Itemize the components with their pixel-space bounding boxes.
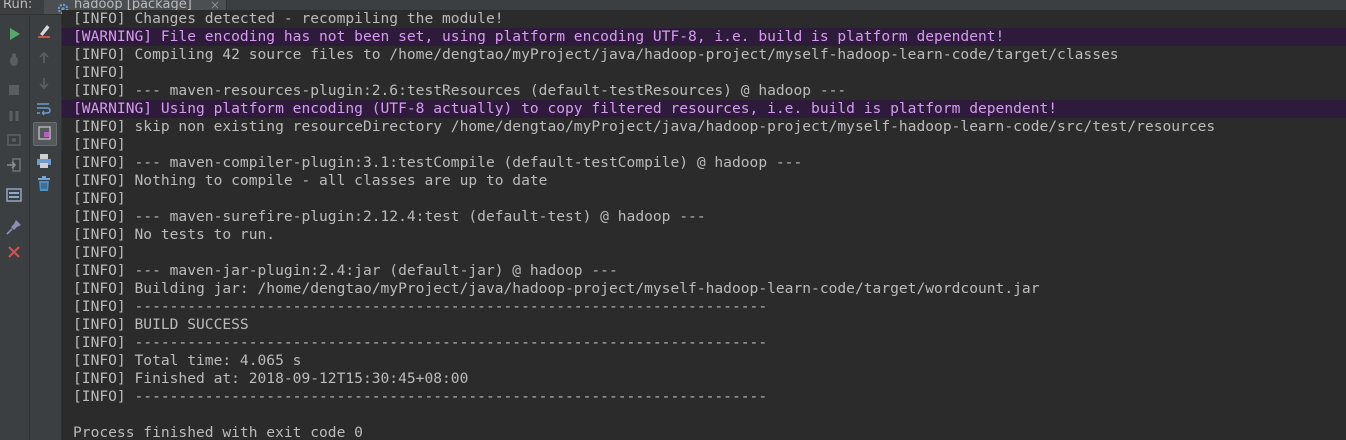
edit-config-icon[interactable] bbox=[35, 22, 53, 40]
console-info-line: [INFO] skip non existing resourceDirecto… bbox=[73, 118, 1216, 135]
console-info-line: [INFO] --- maven-jar-plugin:2.4:jar (def… bbox=[73, 262, 618, 279]
console-info-line: [INFO] Finished at: 2018-09-12T15:30:45+… bbox=[73, 370, 469, 387]
dump-threads-icon[interactable] bbox=[5, 131, 23, 149]
clear-all-icon[interactable] bbox=[35, 175, 53, 193]
console-info-line: [INFO] --- maven-surefire-plugin:2.12.4:… bbox=[73, 208, 706, 225]
console-info-line: [INFO] bbox=[73, 244, 126, 261]
console-info-line: [INFO] --- maven-resources-plugin:2.6:te… bbox=[73, 82, 847, 99]
console-output[interactable]: [INFO] Changes detected - recompiling th… bbox=[62, 10, 1346, 440]
exit-icon[interactable] bbox=[5, 156, 23, 174]
scroll-to-end-icon[interactable] bbox=[33, 122, 57, 146]
process-exit-line: Process finished with exit code 0 bbox=[73, 424, 363, 440]
console-info-line: [INFO] Total time: 4.065 s bbox=[73, 352, 302, 369]
console-info-line: [INFO] ---------------------------------… bbox=[73, 298, 768, 315]
soft-wrap-icon[interactable] bbox=[35, 99, 53, 117]
run-toolbar bbox=[0, 15, 62, 440]
console-info-line: [INFO] Nothing to compile - all classes … bbox=[73, 172, 548, 189]
rerun-icon[interactable] bbox=[5, 25, 23, 43]
pin-icon[interactable] bbox=[5, 218, 23, 236]
up-arrow-icon[interactable] bbox=[35, 49, 53, 67]
console-info-line: [INFO] Compiling 42 source files to /hom… bbox=[73, 46, 1119, 63]
print-icon[interactable] bbox=[35, 152, 53, 170]
stop-icon[interactable] bbox=[5, 81, 23, 99]
run-label: Run: bbox=[3, 0, 33, 12]
console-info-line: [INFO] Building jar: /home/dengtao/myPro… bbox=[73, 280, 1040, 297]
debug-icon[interactable] bbox=[5, 51, 23, 69]
console-info-line: [INFO] bbox=[73, 136, 126, 153]
console-info-line: [INFO] No tests to run. bbox=[73, 226, 276, 243]
console-info-line: [INFO] bbox=[73, 190, 126, 207]
console-warning-line: [WARNING] File encoding has not been set… bbox=[62, 28, 1346, 46]
console-info-line: [INFO] --- maven-compiler-plugin:3.1:tes… bbox=[73, 154, 803, 171]
console-info-line: [INFO] ---------------------------------… bbox=[73, 388, 768, 405]
pause-icon[interactable] bbox=[5, 107, 23, 125]
layout-icon[interactable] bbox=[5, 186, 23, 204]
console-info-line: [INFO] Changes detected - recompiling th… bbox=[73, 10, 504, 27]
toolbar-divider bbox=[29, 15, 30, 440]
console-warning-line: [WARNING] Using platform encoding (UTF-8… bbox=[62, 100, 1346, 118]
console-info-line: [INFO] BUILD SUCCESS bbox=[73, 316, 249, 333]
console-info-line: [INFO] bbox=[73, 64, 126, 81]
close-icon[interactable] bbox=[5, 243, 23, 261]
console-info-line: [INFO] ---------------------------------… bbox=[73, 334, 768, 351]
down-arrow-icon[interactable] bbox=[35, 74, 53, 92]
